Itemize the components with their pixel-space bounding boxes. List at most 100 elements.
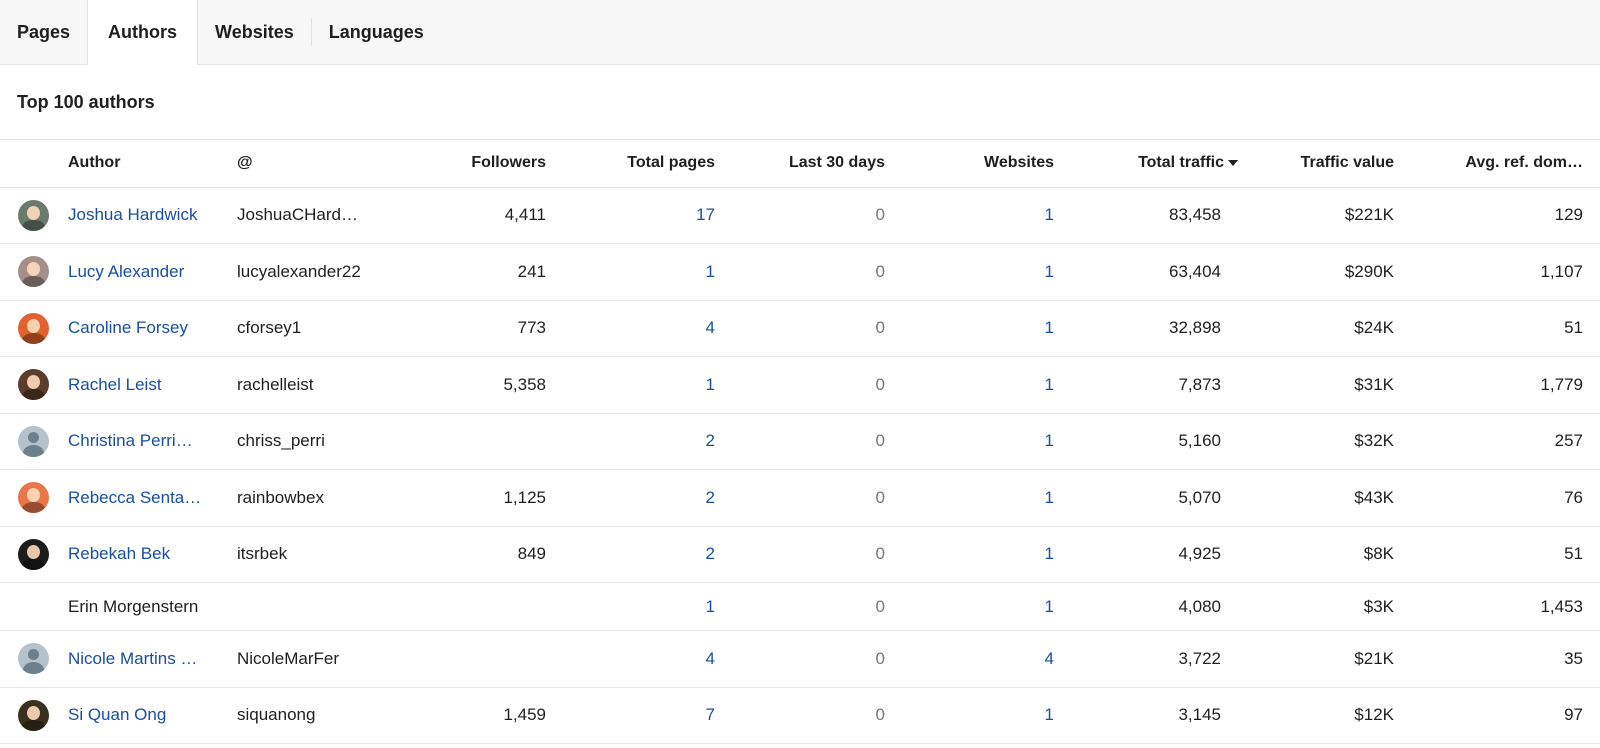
total-traffic-value: 5,070: [1054, 469, 1238, 527]
avatar[interactable]: [18, 538, 49, 570]
websites-link[interactable]: 1: [885, 526, 1054, 583]
websites-link[interactable]: 1: [885, 187, 1054, 244]
websites-link[interactable]: 1: [885, 356, 1054, 414]
websites-link[interactable]: 1: [885, 582, 1054, 631]
traffic-value: $24K: [1238, 300, 1394, 357]
author-name-link[interactable]: Caroline Forsey: [68, 300, 237, 357]
websites-link[interactable]: 1: [885, 243, 1054, 301]
total-pages-link[interactable]: 1: [546, 243, 715, 301]
table-row[interactable]: Caroline Forsey cforsey1 773 4 0 1 32,898 $24K 5…: [0, 300, 1600, 357]
table-row[interactable]: Rachel Leist rachelleist 5,358 1 0 1 7,873 $31K…: [0, 356, 1600, 414]
avatar[interactable]: [18, 482, 49, 514]
column-header-last-30-days[interactable]: Last 30 days: [715, 140, 885, 188]
table-row[interactable]: Si Quan Ong siquanong 1,459 7 0 1 3,145 $12K 97: [0, 687, 1600, 744]
traffic-value: $43K: [1238, 469, 1394, 527]
tab-pages[interactable]: Pages: [0, 0, 87, 64]
avatar-cell: [0, 413, 68, 470]
column-header-websites[interactable]: Websites: [885, 140, 1054, 188]
total-pages-link[interactable]: 2: [546, 526, 715, 583]
websites-link[interactable]: 4: [885, 630, 1054, 688]
column-header-followers[interactable]: Followers: [367, 140, 546, 188]
total-traffic-value: 32,898: [1054, 300, 1238, 357]
followers-value: 773: [367, 300, 546, 357]
author-handle: lucyalexander22: [237, 243, 367, 301]
last-30-days-value: 0: [715, 469, 885, 527]
avg-ref-domains-value: 129: [1394, 187, 1600, 244]
traffic-value: $31K: [1238, 356, 1394, 414]
total-traffic-value: 83,458: [1054, 187, 1238, 244]
avg-ref-domains-value: 1,779: [1394, 356, 1600, 414]
author-name-link[interactable]: Rachel Leist: [68, 356, 237, 414]
column-header-handle[interactable]: @: [237, 140, 367, 188]
column-header-total-pages[interactable]: Total pages: [546, 140, 715, 188]
author-handle: NicoleMarFer: [237, 630, 367, 688]
author-name-link[interactable]: Rebecca Senta…: [68, 469, 237, 527]
avatar-column-header: [0, 140, 68, 188]
traffic-value: $290K: [1238, 243, 1394, 301]
websites-link[interactable]: 1: [885, 413, 1054, 470]
author-name-link[interactable]: Nicole Martins …: [68, 630, 237, 688]
total-pages-link[interactable]: 1: [546, 356, 715, 414]
author-name-link[interactable]: Si Quan Ong: [68, 687, 237, 744]
table-row[interactable]: Nicole Martins … NicoleMarFer 4 0 4 3,722 $21K…: [0, 630, 1600, 688]
followers-value: 1,125: [367, 469, 546, 527]
tab-languages[interactable]: Languages: [312, 0, 441, 64]
total-pages-link[interactable]: 4: [546, 630, 715, 688]
avatar[interactable]: [18, 369, 49, 401]
total-pages-link[interactable]: 17: [546, 187, 715, 244]
column-header-traffic-value[interactable]: Traffic value: [1238, 140, 1394, 188]
avatar-cell: [0, 630, 68, 688]
author-handle: [237, 582, 367, 631]
last-30-days-value: 0: [715, 413, 885, 470]
tab-websites[interactable]: Websites: [198, 0, 311, 64]
avatar-cell: [0, 356, 68, 414]
last-30-days-value: 0: [715, 356, 885, 414]
total-pages-link[interactable]: 4: [546, 300, 715, 357]
total-traffic-value: 7,873: [1054, 356, 1238, 414]
tab-authors[interactable]: Authors: [87, 0, 199, 65]
table-header-row: Author @ Followers Total pages Last 30 d…: [0, 140, 1600, 188]
total-pages-link[interactable]: 2: [546, 413, 715, 470]
avg-ref-domains-value: 257: [1394, 413, 1600, 470]
table-row[interactable]: Lucy Alexander lucyalexander22 241 1 0 1 63,40…: [0, 243, 1600, 301]
followers-value: 5,358: [367, 356, 546, 414]
avatar[interactable]: [18, 699, 49, 731]
column-header-author[interactable]: Author: [68, 140, 237, 188]
followers-value: 241: [367, 243, 546, 301]
table-row[interactable]: Joshua Hardwick JoshuaCHard… 4,411 17 0 1 83,4…: [0, 187, 1600, 244]
table-row[interactable]: Christina Perri… chriss_perri 2 0 1 5,160 $32K…: [0, 413, 1600, 470]
avatar-cell: [0, 300, 68, 357]
author-name-link[interactable]: Lucy Alexander: [68, 243, 237, 301]
websites-link[interactable]: 1: [885, 300, 1054, 357]
last-30-days-value: 0: [715, 243, 885, 301]
total-traffic-value: 5,160: [1054, 413, 1238, 470]
last-30-days-value: 0: [715, 187, 885, 244]
last-30-days-value: 0: [715, 687, 885, 744]
column-header-total-traffic[interactable]: Total traffic: [1054, 140, 1238, 188]
author-name-link[interactable]: Christina Perri…: [68, 413, 237, 470]
table-row[interactable]: Rebecca Senta… rainbowbex 1,125 2 0 1 5,070 $43…: [0, 469, 1600, 527]
total-pages-link[interactable]: 7: [546, 687, 715, 744]
total-pages-link[interactable]: 2: [546, 469, 715, 527]
column-header-avg-ref-domains[interactable]: Avg. ref. dom…: [1394, 140, 1600, 188]
avatar[interactable]: [18, 643, 49, 675]
followers-value: [367, 630, 546, 688]
total-pages-link[interactable]: 1: [546, 582, 715, 631]
author-handle: chriss_perri: [237, 413, 367, 470]
avatar[interactable]: [18, 425, 49, 457]
avatar[interactable]: [18, 199, 49, 231]
followers-value: 4,411: [367, 187, 546, 244]
author-name-link[interactable]: Rebekah Bek: [68, 526, 237, 583]
author-handle: siquanong: [237, 687, 367, 744]
websites-link[interactable]: 1: [885, 687, 1054, 744]
author-name-link[interactable]: Joshua Hardwick: [68, 187, 237, 244]
total-traffic-value: 3,145: [1054, 687, 1238, 744]
avatar[interactable]: [18, 312, 49, 344]
table-row[interactable]: Erin Morgenstern 1 0 1 4,080 $3K 1,453: [0, 582, 1600, 631]
total-traffic-value: 4,925: [1054, 526, 1238, 583]
avatar[interactable]: [18, 256, 49, 288]
websites-link[interactable]: 1: [885, 469, 1054, 527]
section-title: Top 100 authors: [0, 65, 1600, 140]
table-row[interactable]: Rebekah Bek itsrbek 849 2 0 1 4,925 $8K 51: [0, 526, 1600, 583]
avg-ref-domains-value: 1,453: [1394, 582, 1600, 631]
